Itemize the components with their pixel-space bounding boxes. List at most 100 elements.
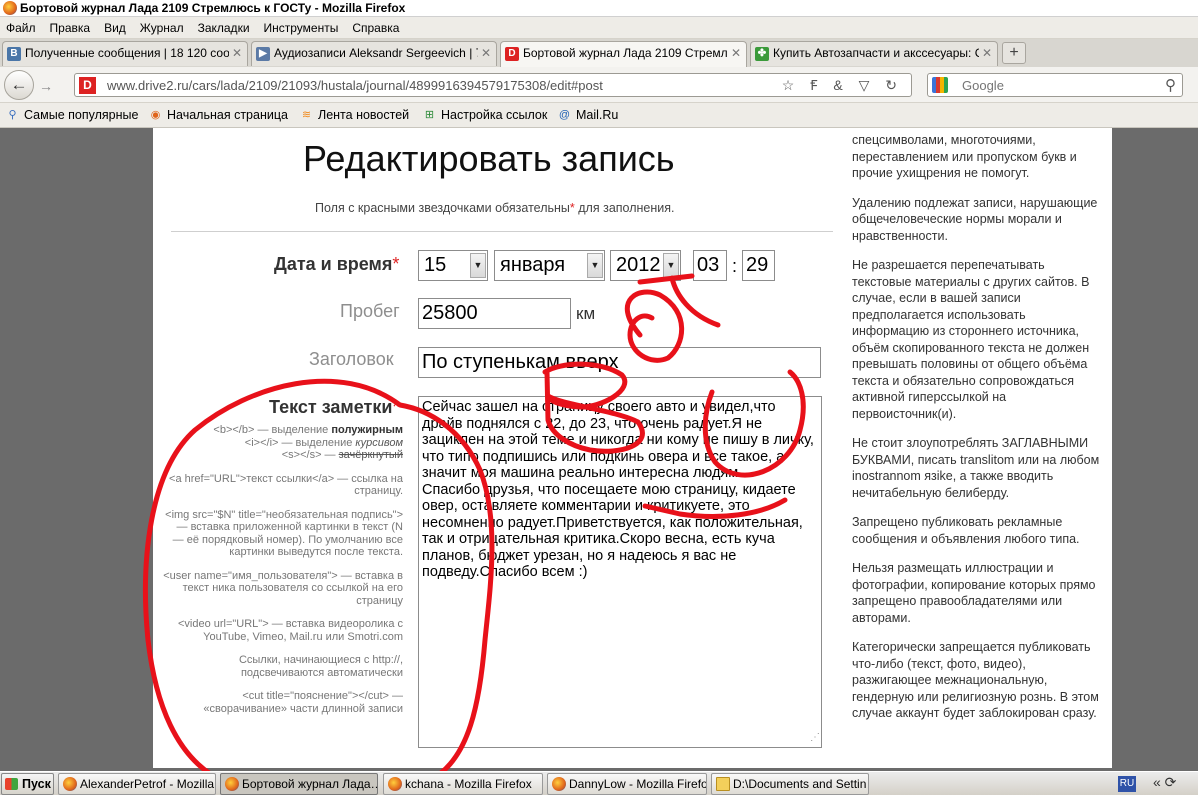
taskbar-item-active[interactable]: Бортовой журнал Лада… bbox=[220, 773, 378, 795]
post-text[interactable]: Сейчас зашел на страницу своего авто и у… bbox=[422, 399, 814, 580]
help-strike-example: зачёркнутый bbox=[338, 449, 403, 461]
menubar: Файл Правка Вид Журнал Закладки Инструменты Сп… bbox=[0, 17, 1198, 39]
menu-edit[interactable]: Правка bbox=[43, 17, 98, 36]
mileage-input[interactable]: 25800 bbox=[418, 298, 571, 329]
menu-file[interactable]: Файл bbox=[0, 17, 43, 36]
help-cut: <cut title="пояснение"></cut> — «сворачи… bbox=[203, 690, 403, 715]
help-bold-example: полужирным bbox=[331, 424, 403, 436]
divider bbox=[171, 231, 833, 232]
system-tray: RU « ⟳ bbox=[1115, 772, 1198, 795]
task-label: AlexanderPetrof - Mozilla… bbox=[80, 777, 216, 791]
start-button[interactable]: Пуск bbox=[1, 773, 54, 795]
tab-drive2-journal[interactable]: D Бортовой журнал Лада 2109 Стремлю… ✕ bbox=[500, 41, 747, 67]
menu-help[interactable]: Справка bbox=[345, 17, 406, 36]
tab-label: Аудиозаписи Aleksandr Sergeevich | 77… bbox=[274, 46, 478, 60]
required-fields-note: Поля с красными звездочками обязательны*… bbox=[315, 201, 675, 215]
site-identity-icon[interactable]: D bbox=[79, 77, 96, 94]
date-label-text: Дата и время bbox=[274, 254, 393, 274]
tab-vk-audio[interactable]: ▶ Аудиозаписи Aleksandr Sergeevich | 77…… bbox=[251, 41, 497, 66]
close-icon[interactable]: ✕ bbox=[982, 42, 992, 65]
mileage-label: Пробег bbox=[340, 301, 400, 321]
bookmark-label: Mail.Ru bbox=[576, 108, 619, 122]
windows-logo-icon bbox=[5, 778, 18, 790]
post-text-area[interactable]: Сейчас зашел на страницу своего авто и у… bbox=[418, 396, 822, 748]
firefox-icon: ◉ bbox=[150, 109, 161, 121]
month-select[interactable]: января ▼ bbox=[494, 250, 605, 281]
window-titlebar: Бортовой журнал Лада 2109 Стремлюсь к ГО… bbox=[0, 0, 1198, 17]
play-icon: ▶ bbox=[256, 47, 270, 61]
tab-autoparts[interactable]: ✤ Купить Автозапчасти и акссесуары: С… ✕ bbox=[750, 41, 998, 66]
folder-icon bbox=[716, 777, 730, 791]
required-star: * bbox=[392, 254, 400, 274]
text-label-text: Текст заметки bbox=[269, 397, 393, 417]
forward-button[interactable]: → bbox=[36, 76, 56, 96]
menu-history[interactable]: Журнал bbox=[133, 17, 191, 36]
tab-vk-messages[interactable]: B Полученные сообщения | 18 120 сооб… ✕ bbox=[2, 41, 248, 66]
hour-input[interactable]: 03 bbox=[693, 250, 727, 281]
taskbar-item[interactable]: D:\Documents and Settin… bbox=[711, 773, 869, 795]
taskbar: Пуск AlexanderPetrof - Mozilla… Бортовой… bbox=[0, 771, 1198, 795]
search-icon[interactable]: ⚲ bbox=[1165, 76, 1176, 94]
search-input[interactable] bbox=[962, 77, 1152, 94]
drive2-icon: D bbox=[505, 47, 519, 61]
rule-item: Запрещено публиковать рекламные сообщени… bbox=[852, 515, 1080, 546]
language-indicator[interactable]: RU bbox=[1118, 776, 1136, 792]
note-text: Поля с красными звездочками обязательны bbox=[315, 201, 570, 215]
mileage-unit: км bbox=[576, 304, 596, 323]
close-icon[interactable]: ✕ bbox=[731, 42, 741, 65]
close-icon[interactable]: ✕ bbox=[481, 42, 491, 65]
menu-tools[interactable]: Инструменты bbox=[257, 17, 346, 36]
tab-strip: B Полученные сообщения | 18 120 сооб… ✕ … bbox=[0, 39, 1198, 67]
tab-label: Полученные сообщения | 18 120 сооб… bbox=[25, 46, 229, 60]
bookmark-most-popular[interactable]: ⚲ Самые популярные bbox=[5, 107, 138, 123]
resize-grip-icon[interactable]: ⋰ bbox=[810, 730, 820, 747]
text-label: Текст заметки* bbox=[269, 397, 399, 418]
tab-label: Купить Автозапчасти и акссесуары: С… bbox=[773, 46, 979, 60]
firefox-icon bbox=[225, 777, 239, 791]
time-separator: : bbox=[732, 256, 738, 276]
chevron-down-icon[interactable]: ▼ bbox=[663, 253, 679, 278]
taskbar-item[interactable]: kchana - Mozilla Firefox bbox=[383, 773, 543, 795]
search-box[interactable]: ⚲ bbox=[927, 73, 1183, 97]
rule-item: Не разрешается перепечатывать текстовые … bbox=[852, 258, 1090, 421]
vk-icon: B bbox=[7, 47, 21, 61]
mailru-icon: @ bbox=[558, 109, 571, 121]
help-autolinks: Ссылки, начинающиеся с http://, подсвечи… bbox=[238, 654, 403, 679]
minute-input[interactable]: 29 bbox=[742, 250, 775, 281]
google-engine-icon[interactable] bbox=[932, 77, 948, 93]
formatting-help: <b></b> — выделение полужирным <i></i> —… bbox=[163, 424, 403, 726]
task-label: kchana - Mozilla Firefox bbox=[405, 777, 532, 791]
rule-item: Категорически запрещается публиковать чт… bbox=[852, 640, 1099, 720]
chevron-down-icon[interactable]: ▼ bbox=[587, 253, 603, 278]
day-select[interactable]: 15 ▼ bbox=[418, 250, 488, 281]
new-tab-button[interactable]: + bbox=[1002, 42, 1026, 64]
bookmark-mailru[interactable]: @ Mail.Ru bbox=[557, 107, 618, 123]
help-italic-example: курсивом bbox=[355, 436, 403, 449]
url-text[interactable]: www.drive2.ru/cars/lada/2109/21093/husta… bbox=[107, 78, 603, 93]
navigation-bar: ← → D www.drive2.ru/cars/lada/2109/21093… bbox=[0, 67, 1198, 103]
back-button[interactable]: ← bbox=[4, 70, 34, 100]
page-title: Редактировать запись bbox=[303, 138, 675, 179]
bookmark-label: Лента новостей bbox=[318, 108, 410, 122]
help-bold: <b></b> — выделение bbox=[213, 424, 332, 436]
taskbar-item[interactable]: AlexanderPetrof - Mozilla… bbox=[58, 773, 216, 795]
menu-view[interactable]: Вид bbox=[97, 17, 133, 36]
bookmark-label: Начальная страница bbox=[167, 108, 288, 122]
bookmark-news-feed[interactable]: ≋ Лента новостей bbox=[299, 107, 409, 123]
menu-bookmarks[interactable]: Закладки bbox=[191, 17, 257, 36]
windows-icon: ⊞ bbox=[424, 109, 435, 121]
puzzle-icon: ✤ bbox=[755, 47, 769, 61]
taskbar-item[interactable]: DannyLow - Mozilla Firefox bbox=[547, 773, 707, 795]
date-label: Дата и время* bbox=[274, 254, 399, 275]
address-bar[interactable]: D www.drive2.ru/cars/lada/2109/21093/hus… bbox=[74, 73, 912, 97]
bookmark-link-settings[interactable]: ⊞ Настройка ссылок bbox=[422, 107, 547, 123]
chevron-down-icon[interactable]: ▼ bbox=[470, 253, 486, 278]
close-icon[interactable]: ✕ bbox=[232, 42, 242, 65]
address-bar-icons[interactable]: ☆ Ꞙ & ▽ ↻ bbox=[782, 76, 903, 95]
firefox-logo-icon bbox=[3, 1, 17, 15]
heading-input[interactable]: По ступенькам вверх bbox=[418, 347, 821, 378]
bookmark-start-page[interactable]: ◉ Начальная страница bbox=[148, 107, 288, 123]
tray-expand-icon[interactable]: « ⟳ bbox=[1153, 774, 1176, 791]
year-select[interactable]: 2012 ▼ bbox=[610, 250, 681, 281]
start-label: Пуск bbox=[22, 777, 51, 791]
